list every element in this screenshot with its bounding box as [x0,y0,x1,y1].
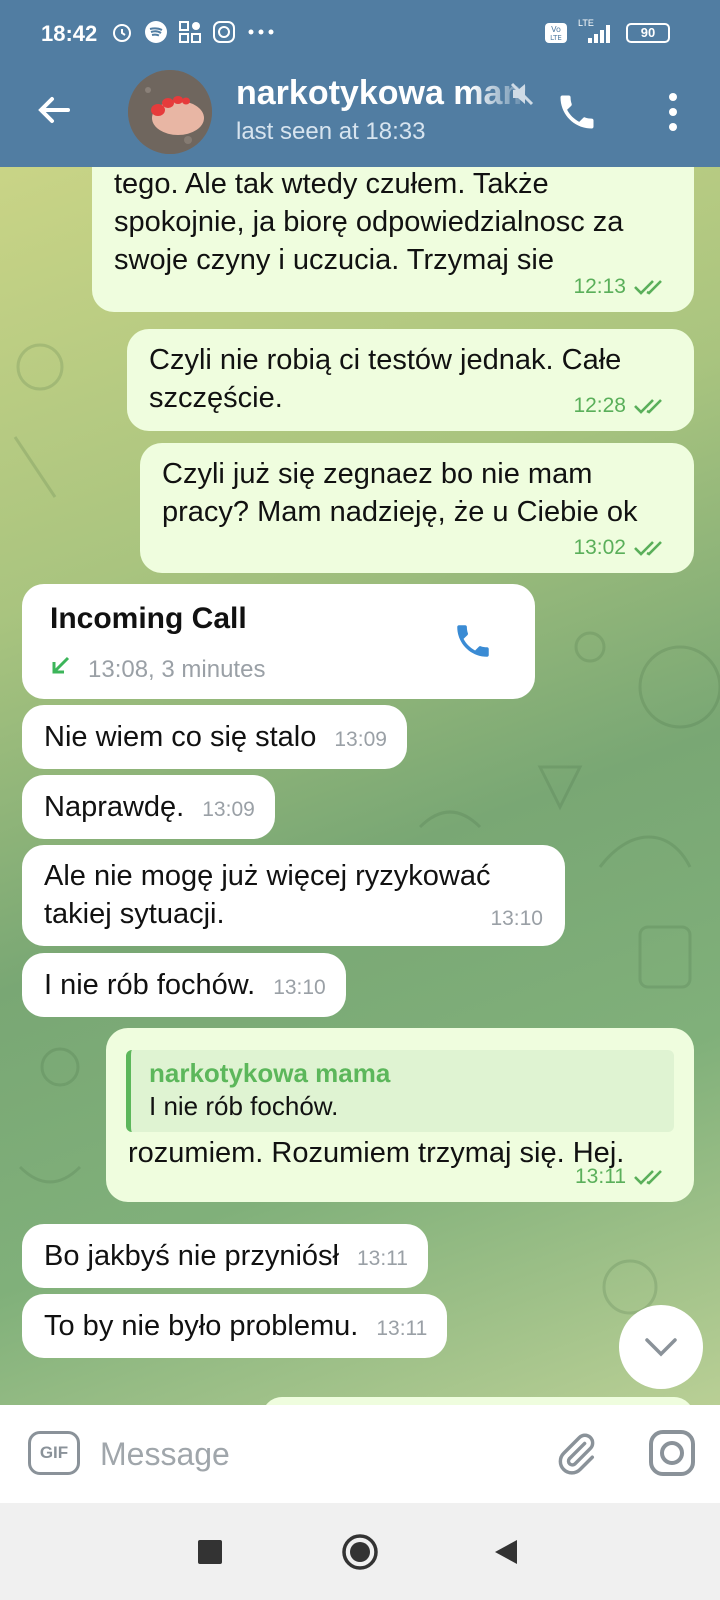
message-bubble-partial [262,1397,694,1405]
gif-button[interactable]: GIF [28,1431,80,1475]
message-composer: GIF [0,1405,720,1503]
phone-icon[interactable] [452,620,494,662]
chat-header: narkotykowa mama last seen at 18:33 [0,64,720,167]
message-meta: 12:28 [573,387,668,425]
reply-text: I nie rób fochów. [149,1091,339,1121]
system-nav-bar [0,1503,720,1600]
message-meta: 13:11 [575,1158,668,1196]
message-meta: 12:13 [573,268,668,306]
message-time: 13:02 [573,536,626,559]
double-check-icon [634,541,662,556]
message-bubble-incoming[interactable]: Ale nie mogę już więcej ryzykować takiej… [22,845,565,946]
apps-icon [179,21,201,43]
scroll-down-button[interactable] [619,1305,703,1389]
message-time: 13:10 [490,907,543,930]
message-text: Nie wiem co się stalo [44,721,317,753]
message-time: 13:11 [356,1247,408,1270]
volte-icon: VoLTE [545,23,567,43]
call-details: 13:08, 3 minutes [88,656,266,683]
message-bubble-incoming[interactable]: Naprawdę. 13:09 [22,775,275,839]
signal-icon: LTE [578,18,616,44]
message-bubble-incoming[interactable]: To by nie było problemu. 13:11 [22,1294,448,1358]
message-time: 13:09 [202,798,255,821]
status-bar: 18:42 Vo LTE LTE 90 [0,0,720,64]
message-time: 13:10 [273,976,326,999]
svg-text:Vo: Vo [551,25,561,34]
message-text: Ale nie mogę już więcej ryzykować takiej… [44,860,491,930]
message-bubble-incoming[interactable]: I nie rób fochów. 13:10 [22,953,346,1017]
last-seen: last seen at 18:33 [236,118,426,145]
message-bubble-incoming[interactable]: Nie wiem co się stalo 13:09 [22,705,407,769]
phone-call-icon[interactable] [555,90,599,134]
call-title: Incoming Call [50,602,247,635]
status-icons [110,20,276,44]
message-bubble-incoming[interactable]: Bo jakbyś nie przyniósł 13:11 [22,1224,428,1288]
muted-icon [510,82,534,106]
camera-icon[interactable] [648,1429,696,1477]
alarm-icon [113,24,131,42]
message-text: rozumiem. Rozumiem trzymaj się. Hej. [128,1137,625,1169]
chat-messages[interactable]: tego. Ale tak wtedy czułem. Także spokoj… [0,167,720,1405]
message-time: 13:11 [376,1317,428,1340]
message-input[interactable] [100,1431,500,1477]
double-check-icon [634,1170,662,1185]
message-text: To by nie było problemu. [44,1310,359,1342]
message-text: tego. Ale tak wtedy czułem. Także spokoj… [114,168,624,276]
message-bubble-outgoing-reply[interactable]: narkotykowa mama I nie rób fochów. rozum… [106,1028,694,1202]
recents-icon[interactable] [197,1539,223,1565]
battery-indicator: 90 [626,23,670,43]
message-time: 13:11 [575,1165,626,1188]
message-bubble-outgoing[interactable]: Czyli już się zegnaez bo nie mam pracy? … [140,443,694,573]
incoming-arrow-icon [52,656,70,674]
message-time: 12:28 [573,394,626,417]
attach-icon[interactable] [553,1429,599,1479]
back-arrow-icon[interactable] [34,90,74,130]
message-time: 12:13 [573,275,626,298]
chevron-down-icon [645,1338,677,1357]
message-bubble-outgoing[interactable]: Czyli nie robią ci testów jednak. Całe s… [127,329,694,431]
message-text: Bo jakbyś nie przyniósł [44,1240,339,1272]
more-notifications-icon [248,29,274,35]
instagram-icon [213,21,235,43]
svg-text:LTE: LTE [550,34,562,42]
double-check-icon [634,280,662,295]
more-options-icon[interactable] [665,92,681,132]
spotify-icon [145,21,167,43]
avatar[interactable] [128,70,212,154]
reply-quote[interactable]: narkotykowa mama I nie rób fochów. [126,1050,674,1132]
message-bubble-outgoing[interactable]: tego. Ale tak wtedy czułem. Także spokoj… [92,167,694,312]
message-text: Czyli już się zegnaez bo nie mam pracy? … [162,458,638,528]
message-text: Naprawdę. [44,791,185,823]
reply-author: narkotykowa mama [149,1058,391,1088]
back-icon[interactable] [493,1538,519,1566]
status-right: Vo LTE LTE 90 [544,18,670,44]
double-check-icon [634,399,662,414]
status-time: 18:42 [41,21,98,46]
message-time: 13:09 [334,728,387,751]
message-text: I nie rób fochów. [44,969,256,1001]
home-icon[interactable] [341,1533,379,1571]
call-bubble[interactable]: Incoming Call 13:08, 3 minutes [22,584,535,699]
message-meta: 13:02 [573,529,668,567]
